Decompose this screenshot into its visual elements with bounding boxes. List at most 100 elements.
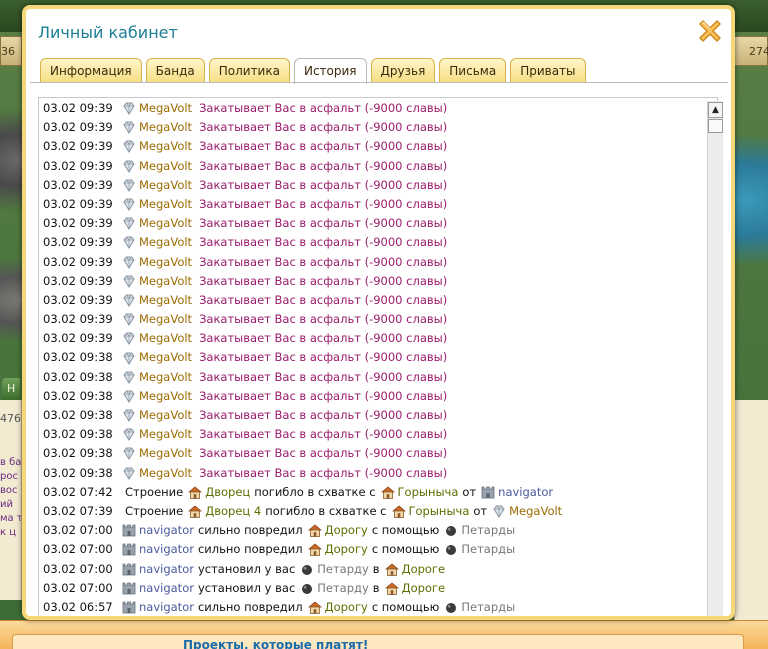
- bottom-banner-text[interactable]: Проекты, которые платят!: [183, 638, 368, 649]
- left-panel-line: в ба: [0, 457, 21, 468]
- log-time: 03.02 09:39: [43, 139, 113, 154]
- log-row: 03.02 09:39 MegaVolt Закатывает Вас в асфа…: [43, 329, 711, 348]
- tab-6[interactable]: Приваты: [510, 58, 586, 82]
- log-time: 03.02 09:39: [43, 292, 113, 307]
- user-link[interactable]: MegaVolt: [139, 137, 192, 156]
- target-link[interactable]: Дороге: [402, 579, 445, 598]
- user-link[interactable]: MegaVolt: [139, 272, 192, 291]
- log-time: 03.02 07:42: [43, 484, 113, 499]
- diamond-icon: [123, 371, 135, 384]
- log-time: 03.02 09:39: [43, 331, 113, 346]
- user-link[interactable]: MegaVolt: [139, 157, 192, 176]
- log-row: 03.02 07:00 navigator сильно повредил Дорог…: [43, 521, 711, 540]
- log-row: 03.02 09:39 MegaVolt Закатывает Вас в асфа…: [43, 99, 711, 118]
- user-link[interactable]: MegaVolt: [139, 368, 192, 387]
- log-action: Закатывает Вас в асфальт (-9000 славы): [199, 331, 448, 346]
- log-scrollbar[interactable]: ▲: [707, 101, 723, 616]
- log-time: 03.02 07:00: [43, 542, 113, 557]
- log-time: 03.02 09:39: [43, 216, 113, 231]
- user-link[interactable]: navigator: [139, 560, 194, 579]
- log-action: Закатывает Вас в асфальт (-9000 славы): [199, 196, 448, 211]
- left-counter: 36: [0, 36, 22, 66]
- user-link[interactable]: navigator: [139, 540, 194, 559]
- tab-5[interactable]: Письма: [439, 58, 507, 82]
- log-time: 03.02 09:38: [43, 369, 113, 384]
- log-time: 03.02 09:38: [43, 350, 113, 365]
- diamond-icon: [123, 236, 135, 250]
- log-time: 03.02 07:39: [43, 503, 113, 518]
- house-icon: [307, 543, 322, 557]
- scroll-thumb[interactable]: [708, 119, 723, 133]
- user-link[interactable]: MegaVolt: [139, 118, 192, 137]
- log-row: 03.02 09:39 MegaVolt Закатывает Вас в асфа…: [43, 272, 711, 291]
- left-panel-number: 476: [0, 412, 21, 425]
- house-icon: [188, 486, 203, 499]
- log-row: 03.02 07:00 navigator установил у вас Петар…: [43, 579, 711, 598]
- user-link[interactable]: MegaVolt: [509, 502, 562, 521]
- user-link[interactable]: MegaVolt: [139, 99, 192, 118]
- house-icon: [307, 524, 322, 538]
- enemy-link[interactable]: Горыныча: [409, 502, 470, 521]
- log-action: Закатывает Вас в асфальт (-9000 славы): [199, 235, 448, 250]
- user-link[interactable]: MegaVolt: [139, 253, 192, 272]
- user-link[interactable]: MegaVolt: [139, 214, 192, 233]
- user-link[interactable]: MegaVolt: [139, 387, 192, 406]
- diamond-icon: [123, 409, 135, 423]
- user-link[interactable]: navigator: [139, 598, 194, 616]
- target-link[interactable]: Дорогу: [325, 598, 368, 616]
- bottom-banner-box[interactable]: [12, 634, 744, 649]
- left-side-tab[interactable]: Н: [2, 378, 20, 400]
- log-action: Закатывает Вас в асфальт (-9000 славы): [199, 312, 448, 327]
- log-action: Закатывает Вас в асфальт (-9000 славы): [199, 369, 448, 384]
- user-link[interactable]: MegaVolt: [139, 406, 192, 425]
- firecracker-icon: [302, 583, 313, 594]
- tab-1[interactable]: Банда: [145, 58, 205, 82]
- enemy-link[interactable]: Горыныча: [398, 483, 459, 502]
- log-row: 03.02 07:00 navigator сильно повредил Дорог…: [43, 540, 711, 559]
- diamond-icon: [123, 102, 135, 116]
- user-link[interactable]: MegaVolt: [139, 348, 192, 367]
- log-row: 03.02 09:39 MegaVolt Закатывает Вас в асфа…: [43, 214, 711, 233]
- close-icon[interactable]: [694, 15, 726, 47]
- target-link[interactable]: Дорогу: [325, 521, 368, 540]
- castle-icon: [122, 524, 136, 537]
- log-time: 03.02 07:00: [43, 523, 113, 538]
- user-link[interactable]: MegaVolt: [139, 176, 192, 195]
- diamond-icon: [123, 275, 135, 288]
- log-time: 03.02 09:38: [43, 388, 113, 403]
- log-action: Закатывает Вас в асфальт (-9000 славы): [199, 254, 448, 269]
- item-name: Петарду: [317, 561, 369, 576]
- diamond-icon: [123, 294, 135, 307]
- left-panel-line: рос: [0, 471, 18, 482]
- user-link[interactable]: navigator: [139, 521, 194, 540]
- scroll-up-button[interactable]: ▲: [708, 102, 723, 118]
- building-link[interactable]: Дворец 4: [205, 502, 261, 521]
- log-row: 03.02 09:39 MegaVolt Закатывает Вас в асфа…: [43, 233, 711, 252]
- log-row: 03.02 07:39 Строение Дворец 4 погибло в схв…: [43, 502, 711, 521]
- user-link[interactable]: MegaVolt: [139, 464, 192, 483]
- user-link[interactable]: MegaVolt: [139, 233, 192, 252]
- target-link[interactable]: Дорогу: [325, 540, 368, 559]
- user-link[interactable]: navigator: [498, 483, 553, 502]
- tab-0[interactable]: Информация: [40, 58, 142, 82]
- left-panel-line: ма т: [0, 513, 21, 524]
- target-link[interactable]: Дороге: [402, 560, 445, 579]
- user-link[interactable]: MegaVolt: [139, 291, 192, 310]
- user-link[interactable]: MegaVolt: [139, 444, 192, 463]
- tab-3[interactable]: История: [293, 58, 367, 84]
- user-link[interactable]: MegaVolt: [139, 329, 192, 348]
- house-icon: [307, 601, 322, 614]
- building-link[interactable]: Дворец: [205, 483, 250, 502]
- tab-2[interactable]: Политика: [208, 58, 290, 82]
- diamond-icon: [123, 313, 135, 327]
- user-link[interactable]: MegaVolt: [139, 310, 192, 329]
- tab-4[interactable]: Друзья: [370, 58, 436, 82]
- user-link[interactable]: MegaVolt: [139, 195, 192, 214]
- personal-cabinet-dialog: Личный кабинет Информация Банда Политика Ис…: [22, 5, 735, 620]
- user-link[interactable]: MegaVolt: [139, 425, 192, 444]
- log-action: Закатывает Вас в асфальт (-9000 славы): [199, 427, 448, 442]
- log-row: 03.02 09:38 MegaVolt Закатывает Вас в асфа…: [43, 444, 711, 463]
- log-text: установил у вас: [197, 580, 296, 595]
- log-action: Закатывает Вас в асфальт (-9000 славы): [199, 350, 448, 365]
- user-link[interactable]: navigator: [139, 579, 194, 598]
